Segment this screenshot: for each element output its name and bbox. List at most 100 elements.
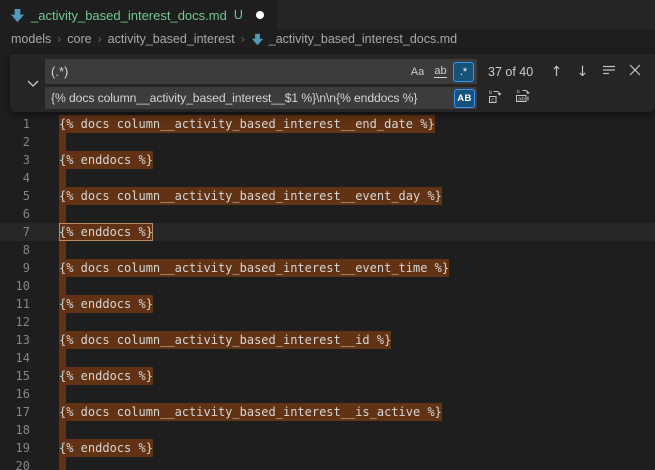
whole-word-button[interactable]: ab: [430, 62, 451, 82]
search-match-highlight: [59, 313, 66, 331]
line-number: 1: [0, 115, 30, 133]
match-count: 37 of 40: [488, 65, 550, 79]
code-line[interactable]: 4: [0, 169, 655, 187]
find-in-selection-button[interactable]: [598, 61, 619, 82]
code-line[interactable]: 12: [0, 313, 655, 331]
breadcrumb: models › core › activity_based_interest …: [0, 30, 655, 48]
next-match-button[interactable]: ↓: [572, 61, 593, 82]
close-button[interactable]: [624, 61, 645, 82]
line-number: 19: [0, 439, 30, 457]
chevron-right-icon: ›: [241, 32, 245, 46]
search-match-highlight: {% docs column__activity_based_interest_…: [59, 115, 435, 133]
match-case-button[interactable]: Aa: [407, 62, 428, 82]
replace-all-icon: ab b: [515, 88, 531, 108]
line-number: 17: [0, 403, 30, 421]
replace-icon: c b: [487, 88, 503, 108]
search-match-highlight: [59, 349, 66, 367]
code-line[interactable]: 5 {% docs column__activity_based_interes…: [0, 187, 655, 205]
regex-button[interactable]: .*: [453, 62, 474, 82]
git-status-badge: U: [234, 8, 243, 22]
previous-match-button[interactable]: ↑: [546, 61, 567, 82]
line-number: 10: [0, 277, 30, 295]
replace-all-button[interactable]: ab b: [512, 88, 533, 109]
arrow-down-icon: ↓: [577, 64, 589, 80]
code-line[interactable]: 17 {% docs column__activity_based_intere…: [0, 403, 655, 421]
code-line[interactable]: 11 {% enddocs %}: [0, 295, 655, 313]
search-match-highlight: {% enddocs %}: [59, 151, 153, 169]
toggle-replace-button[interactable]: [24, 63, 42, 103]
search-match-highlight: [59, 133, 66, 151]
line-number: 12: [0, 313, 30, 331]
selection-lines-icon: [602, 63, 616, 81]
line-number: 13: [0, 331, 30, 349]
chevron-right-icon: ›: [98, 32, 102, 46]
breadcrumb-item-file[interactable]: _activity_based_interest_docs.md: [251, 32, 457, 46]
code-line[interactable]: 10: [0, 277, 655, 295]
line-number: 18: [0, 421, 30, 439]
line-number: 7: [0, 223, 30, 241]
breadcrumb-item-core[interactable]: core: [67, 32, 91, 46]
code-line[interactable]: 2: [0, 133, 655, 151]
code-line[interactable]: 8: [0, 241, 655, 259]
replace-input-value: {% docs column__activity_based_interest_…: [51, 91, 452, 105]
search-match-highlight: {% enddocs %}: [59, 295, 153, 313]
search-match-highlight: {% docs column__activity_based_interest_…: [59, 187, 442, 205]
close-icon: [629, 64, 641, 80]
line-number: 8: [0, 241, 30, 259]
arrow-up-icon: ↑: [551, 64, 563, 80]
markdown-file-icon: [251, 33, 264, 46]
line-number: 3: [0, 151, 30, 169]
search-match-highlight: {% enddocs %}: [59, 223, 153, 241]
search-match-highlight: [59, 385, 66, 403]
chevron-right-icon: ›: [57, 32, 61, 46]
line-number: 11: [0, 295, 30, 313]
search-match-highlight: [59, 457, 66, 470]
find-replace-widget: (.*) Aa ab .* 37 of 40 ↑ ↓ {% docs colum…: [10, 54, 655, 112]
search-match-highlight: [59, 277, 66, 295]
code-line[interactable]: 20: [0, 457, 655, 470]
search-match-highlight: [59, 205, 66, 223]
code-line[interactable]: 3 {% enddocs %}: [0, 151, 655, 169]
line-number: 20: [0, 457, 30, 470]
search-match-highlight: [59, 169, 66, 187]
tab-bar: _activity_based_interest_docs.md U: [0, 0, 655, 30]
code-line[interactable]: 9 {% docs column__activity_based_interes…: [0, 259, 655, 277]
code-line[interactable]: 18: [0, 421, 655, 439]
preserve-case-button[interactable]: AB: [454, 89, 475, 108]
tab-title: _activity_based_interest_docs.md: [31, 8, 227, 23]
svg-text:ab: ab: [518, 96, 525, 102]
svg-text:c: c: [491, 97, 494, 103]
code-line[interactable]: 15 {% enddocs %}: [0, 367, 655, 385]
editor-lines: 1 {% docs column__activity_based_interes…: [0, 115, 655, 470]
breadcrumb-item-models[interactable]: models: [11, 32, 51, 46]
code-line[interactable]: 7 {% enddocs %}: [0, 223, 655, 241]
code-line[interactable]: 19 {% enddocs %}: [0, 439, 655, 457]
code-line[interactable]: 6: [0, 205, 655, 223]
line-number: 16: [0, 385, 30, 403]
line-number: 9: [0, 259, 30, 277]
search-match-highlight: {% enddocs %}: [59, 439, 153, 457]
chevron-down-icon: [27, 76, 39, 91]
line-number: 6: [0, 205, 30, 223]
line-number: 14: [0, 349, 30, 367]
code-line[interactable]: 16: [0, 385, 655, 403]
replace-button[interactable]: c b: [484, 88, 505, 109]
find-input[interactable]: (.*) Aa ab .*: [45, 59, 477, 84]
modified-indicator-dot[interactable]: [256, 11, 264, 19]
markdown-file-icon: [10, 8, 25, 23]
replace-input[interactable]: {% docs column__activity_based_interest_…: [45, 87, 477, 109]
search-match-highlight: {% enddocs %}: [59, 367, 153, 385]
line-number: 5: [0, 187, 30, 205]
tab-active-file[interactable]: _activity_based_interest_docs.md U: [0, 0, 277, 30]
svg-text:b: b: [489, 90, 492, 96]
search-match-highlight: [59, 241, 66, 259]
code-line[interactable]: 1 {% docs column__activity_based_interes…: [0, 115, 655, 133]
search-match-highlight: {% docs column__activity_based_interest_…: [59, 331, 391, 349]
line-number: 15: [0, 367, 30, 385]
search-match-highlight: {% docs column__activity_based_interest_…: [59, 259, 449, 277]
search-match-highlight: [59, 421, 66, 439]
line-number: 2: [0, 133, 30, 151]
breadcrumb-item-activity-based-interest[interactable]: activity_based_interest: [108, 32, 235, 46]
code-line[interactable]: 13 {% docs column__activity_based_intere…: [0, 331, 655, 349]
code-line[interactable]: 14: [0, 349, 655, 367]
